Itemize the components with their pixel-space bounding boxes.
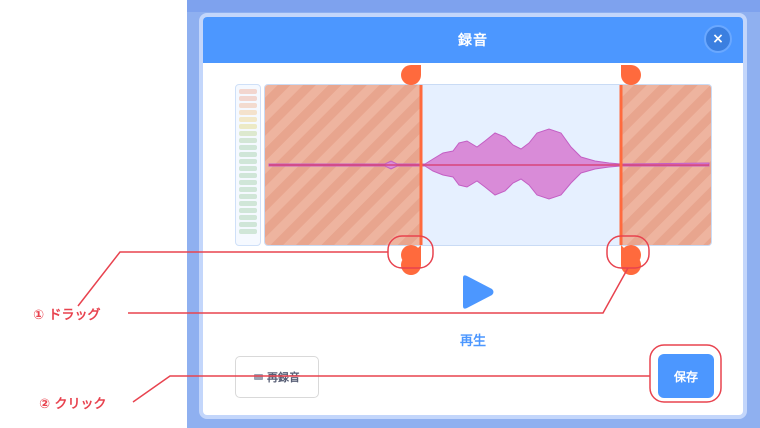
rerecord-button[interactable]: 再録音: [235, 356, 319, 398]
save-label: 保存: [673, 369, 698, 384]
save-button[interactable]: 保存: [658, 354, 714, 398]
click-annotation-label: ② クリック: [39, 397, 107, 412]
trim-handle-left-bottom[interactable]: [401, 245, 421, 275]
editor-backdrop-strip: [187, 0, 760, 12]
play-icon: [463, 275, 494, 309]
trim-handle-left-top[interactable]: [401, 65, 421, 85]
trim-handle-right-top[interactable]: [621, 65, 641, 85]
play-button[interactable]: [460, 273, 496, 311]
play-label: 再生: [459, 334, 486, 349]
trim-handle-right-bottom[interactable]: [621, 245, 641, 275]
rerecord-icon: [254, 374, 263, 380]
drag-annotation-label: ① ドラッグ: [33, 308, 101, 323]
record-sound-dialog: 録音 × 再生 再録音 保存: [199, 13, 747, 419]
rerecord-label: 再録音: [267, 371, 300, 384]
